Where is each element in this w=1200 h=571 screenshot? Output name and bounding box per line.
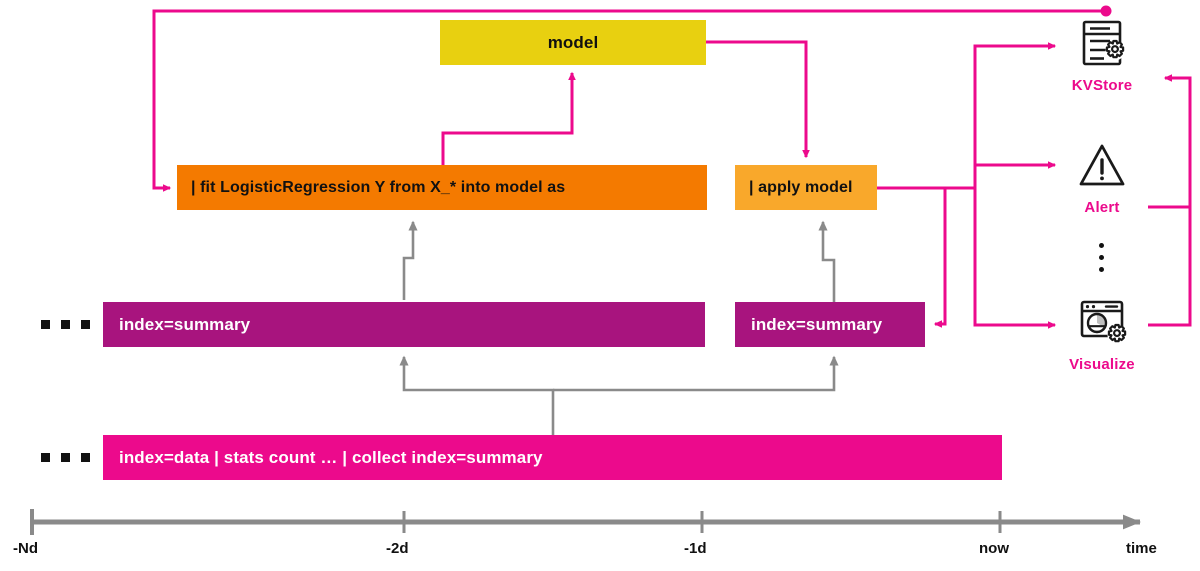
wire-summary-to-apply [818,220,836,302]
dashboard-gear-icon [1056,297,1148,353]
apply-search-box[interactable]: | apply model [735,165,877,210]
timeline-tick-label-1d: -1d [684,540,707,557]
wire-summary-to-fit [402,220,418,300]
model-artifact-box[interactable]: model [440,20,706,65]
connector-layer [30,5,1192,535]
wire-visualize-return-to-kvstore [1148,74,1192,327]
output-label-kvstore: KVStore [1071,77,1133,94]
diagram-canvas: model | fit LogisticRegression Y from X_… [0,0,1200,571]
timeline-tick-label-2d: -2d [386,540,409,557]
data-search-label: index=data | stats count … | collect ind… [119,447,543,467]
timeline-tick-label-now: now [979,540,1009,557]
summary-index-box-left[interactable]: index=summary [103,302,705,347]
summary-index-label-right: index=summary [751,314,883,334]
warning-triangle-icon [1056,140,1148,196]
output-node-kvstore[interactable]: KVStore [1056,18,1148,94]
fit-search-box[interactable]: | fit LogisticRegression Y from X_* into… [177,165,707,210]
output-label-alert: Alert [1084,199,1120,216]
wire-data-to-summary-left [399,355,555,437]
wire-trunk-to-kvstore [973,42,1057,188]
timeline-axis-label: time [1126,540,1157,557]
timeline-tick-label-nd: -Nd [13,540,38,557]
wire-apply-to-summary [933,188,947,328]
data-search-box[interactable]: index=data | stats count … | collect ind… [103,435,1002,480]
wire-origin-dot [1100,5,1112,17]
fit-search-label: | fit LogisticRegression Y from X_* into… [191,178,566,196]
summary-row-ellipsis [41,320,90,329]
wire-trunk-to-visualize [973,188,1057,329]
model-artifact-label: model [547,32,599,52]
outputs-column-ellipsis [1099,243,1104,272]
output-node-visualize[interactable]: Visualize [1056,297,1148,373]
wire-data-to-summary-right [553,355,839,392]
apply-search-label: | apply model [749,178,853,196]
data-row-ellipsis [41,453,90,462]
summary-index-box-right[interactable]: index=summary [735,302,925,347]
output-label-visualize: Visualize [1069,356,1135,373]
wire-model-to-apply [706,40,810,159]
summary-index-label-left: index=summary [119,314,251,334]
document-gear-icon [1056,18,1148,74]
output-node-alert[interactable]: Alert [1056,140,1148,216]
timeline-axis [30,509,1141,535]
